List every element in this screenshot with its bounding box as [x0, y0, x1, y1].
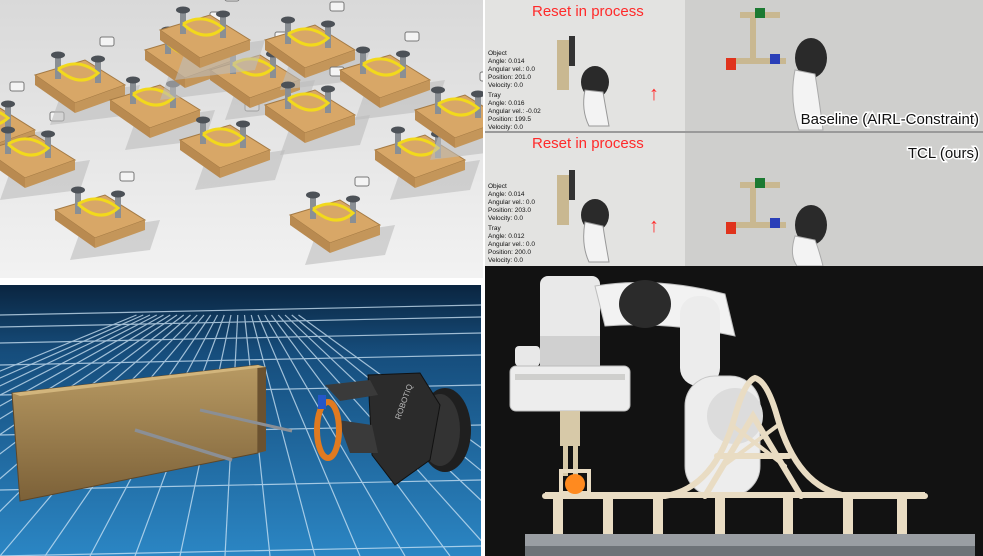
real-robot-scene [485, 266, 983, 556]
tray-header-bottom: Tray [488, 225, 502, 232]
arrow-up-icon: ↑ [649, 83, 659, 105]
arrow-up-icon: ↑ [649, 215, 659, 237]
peg-insertion-scene: ROBOTIQ [0, 285, 481, 556]
tray-line-bottom: Angular vel.: 0.0 [488, 241, 535, 248]
object-line-top: Velocity: 0.0 [488, 82, 523, 89]
object-header-bottom: Object [488, 183, 507, 190]
reset-banner-bottom: Reset in process [532, 135, 644, 152]
video-comparison-panel: Reset in process Object Angle: 0.014 Ang… [485, 0, 983, 266]
peg-insertion-sim-panel: ROBOTIQ [0, 285, 481, 556]
object-line-top: Angular vel.: 0.0 [488, 66, 535, 73]
tray-line-bottom: Angle: 0.012 [488, 233, 525, 240]
object-line-bottom: Position: 203.0 [488, 207, 531, 214]
method-label-baseline: Baseline (AIRL-Constraint) [801, 111, 979, 128]
tray-line-top: Angular vel.: -0.02 [488, 108, 541, 115]
reset-banner-top: Reset in process [532, 3, 644, 20]
object-line-bottom: Angle: 0.014 [488, 191, 525, 198]
method-label-tcl: TCL (ours) [908, 145, 979, 162]
object-header-top: Object [488, 50, 507, 57]
tray-line-top: Velocity: 0.0 [488, 124, 523, 131]
simulation-grid-panel [0, 0, 483, 278]
tray-line-bottom: Position: 200.0 [488, 249, 531, 256]
object-line-top: Angle: 0.014 [488, 58, 525, 65]
tray-line-top: Position: 199.5 [488, 116, 531, 123]
object-line-bottom: Velocity: 0.0 [488, 215, 523, 222]
object-line-bottom: Angular vel.: 0.0 [488, 199, 535, 206]
tray-header-top: Tray [488, 92, 502, 99]
real-robot-panel [485, 266, 983, 556]
tray-line-top: Angle: 0.016 [488, 100, 525, 107]
video-comparison-scene: Reset in process Object Angle: 0.014 Ang… [485, 0, 983, 266]
object-line-top: Position: 201.0 [488, 74, 531, 81]
simulation-scene [0, 0, 483, 278]
tray-line-bottom: Velocity: 0.0 [488, 257, 523, 264]
